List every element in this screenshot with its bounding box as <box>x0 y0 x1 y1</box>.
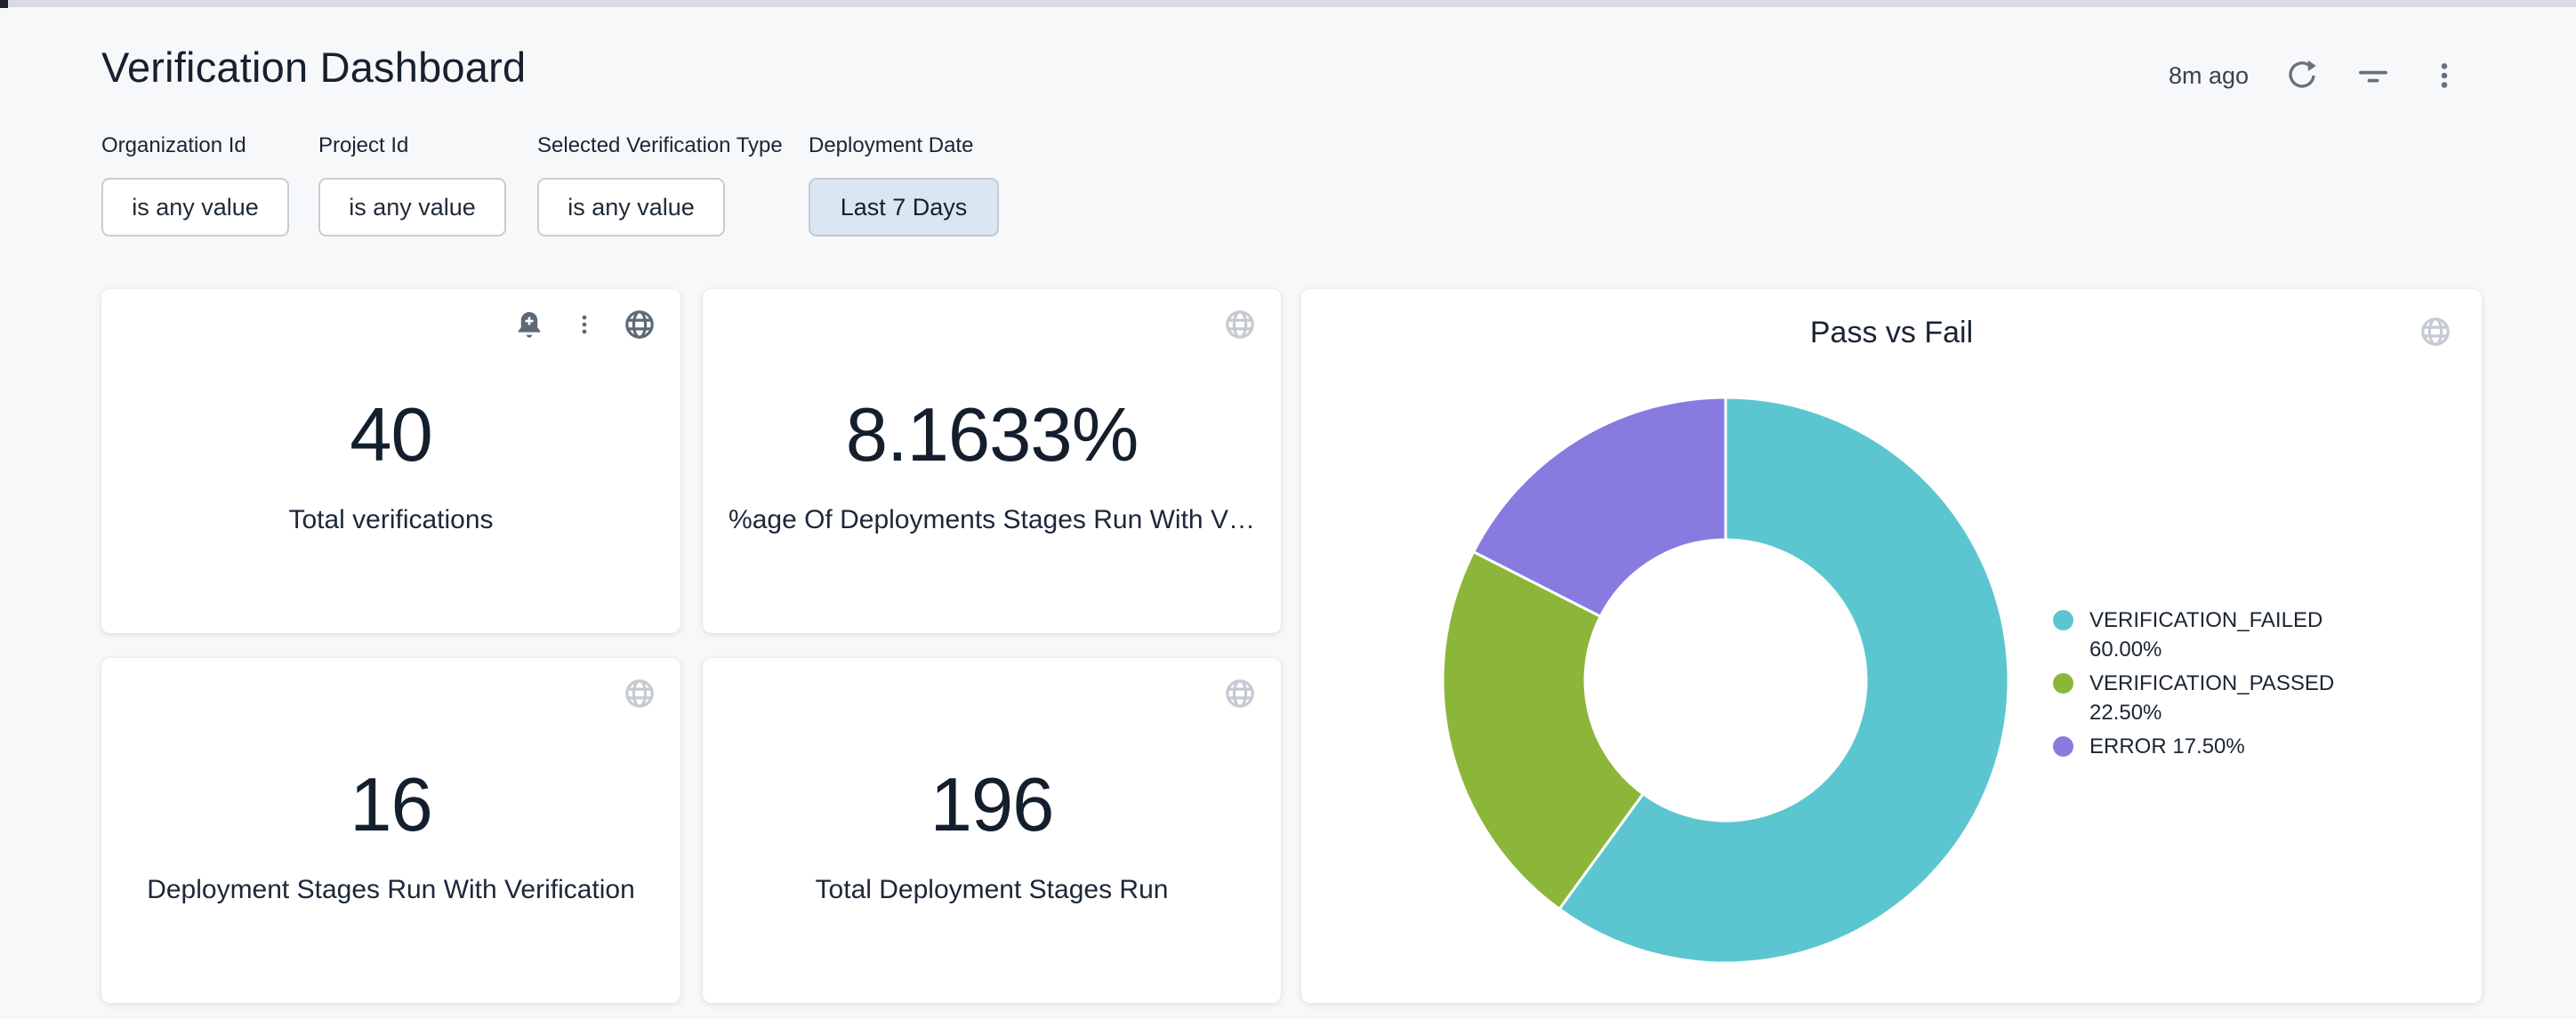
tile-label: %age Of Deployments Stages Run With V… <box>729 505 1255 535</box>
window-top-strip <box>0 0 2576 7</box>
globe-icon <box>2419 316 2451 348</box>
filter-label: Deployment Date <box>809 133 999 158</box>
more-menu-icon[interactable] <box>2427 58 2462 93</box>
legend-item-verification_passed[interactable]: VERIFICATION_PASSED 22.50% <box>2053 669 2373 727</box>
window-top-corner <box>0 0 8 8</box>
chart-legend: VERIFICATION_FAILED 60.00%VERIFICATION_P… <box>2053 606 2373 766</box>
filter-value-organization-id[interactable]: is any value <box>101 178 289 237</box>
header-actions: 8m ago <box>2169 52 2462 100</box>
filter-project-id: Project Id is any value <box>318 133 506 237</box>
tile-label: Total verifications <box>288 505 493 535</box>
chart-title: Pass vs Fail <box>1301 316 2482 350</box>
tile-stages-run-with-verification: 16 Deployment Stages Run With Verificati… <box>101 658 680 1003</box>
filter-selected-verification-type: Selected Verification Type is any value <box>537 133 783 237</box>
page-title: Verification Dashboard <box>101 43 526 92</box>
filter-deployment-date: Deployment Date Last 7 Days <box>809 133 999 237</box>
filter-value-project-id[interactable]: is any value <box>318 178 506 237</box>
pass-vs-fail-card: Pass vs Fail VERIFICATION_FAILED 60.00%V… <box>1301 289 2482 1003</box>
filter-label: Project Id <box>318 133 506 158</box>
last-refreshed-label: 8m ago <box>2169 62 2249 90</box>
legend-label: ERROR 17.50% <box>2089 732 2245 761</box>
legend-dot <box>2053 673 2073 694</box>
filter-icon[interactable] <box>2355 58 2391 93</box>
tile-toolbar <box>2419 316 2451 348</box>
legend-item-error[interactable]: ERROR 17.50% <box>2053 732 2373 761</box>
legend-item-verification_failed[interactable]: VERIFICATION_FAILED 60.00% <box>2053 606 2373 664</box>
filter-organization-id: Organization Id is any value <box>101 133 289 237</box>
filter-value-selected-verification-type[interactable]: is any value <box>537 178 725 237</box>
tile-body: 8.1633% %age Of Deployments Stages Run W… <box>703 294 1281 638</box>
tile-body: 16 Deployment Stages Run With Verificati… <box>101 663 680 1008</box>
tile-body: 40 Total verifications <box>101 294 680 638</box>
tile-value: 40 <box>350 397 432 473</box>
legend-dot <box>2053 736 2073 757</box>
tile-percent-stages-with-verification: 8.1633% %age Of Deployments Stages Run W… <box>703 289 1281 633</box>
filter-label: Organization Id <box>101 133 289 158</box>
legend-dot <box>2053 610 2073 630</box>
tile-total-deployment-stages-run: 196 Total Deployment Stages Run <box>703 658 1281 1003</box>
donut-chart[interactable] <box>1432 387 2019 974</box>
filter-value-deployment-date[interactable]: Last 7 Days <box>809 178 999 237</box>
legend-label: VERIFICATION_FAILED 60.00% <box>2089 606 2356 664</box>
filter-label: Selected Verification Type <box>537 133 783 158</box>
tile-value: 8.1633% <box>846 397 1139 473</box>
tile-body: 196 Total Deployment Stages Run <box>703 663 1281 1008</box>
tile-label: Total Deployment Stages Run <box>816 875 1169 905</box>
tile-value: 16 <box>350 767 432 843</box>
refresh-icon[interactable] <box>2284 58 2320 93</box>
tile-label: Deployment Stages Run With Verification <box>147 875 635 905</box>
tile-total-verifications: 40 Total verifications <box>101 289 680 633</box>
legend-label: VERIFICATION_PASSED 22.50% <box>2089 669 2356 727</box>
tile-value: 196 <box>930 767 1054 843</box>
